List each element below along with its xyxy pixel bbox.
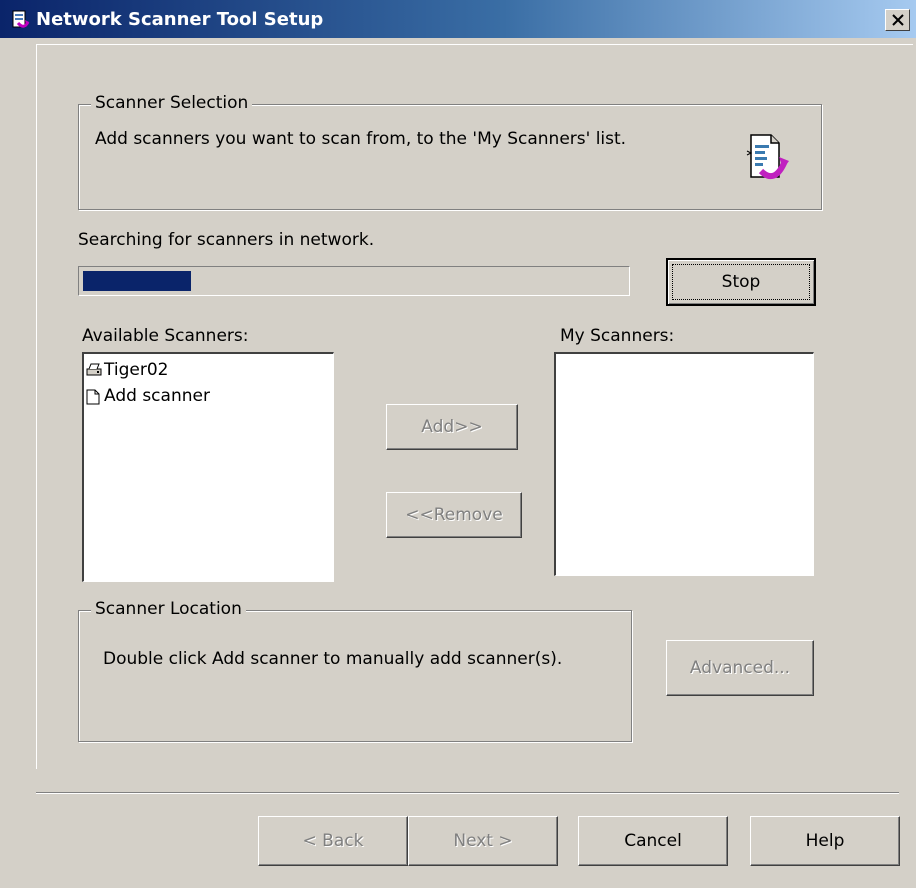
available-scanners-label: Available Scanners: xyxy=(82,326,249,346)
cancel-button-label: Cancel xyxy=(624,831,682,851)
stop-button[interactable]: Stop xyxy=(666,258,816,306)
back-button-label: < Back xyxy=(302,831,364,851)
scanner-selection-description: Add scanners you want to scan from, to t… xyxy=(95,129,627,149)
cancel-button[interactable]: Cancel xyxy=(578,816,728,866)
close-button[interactable] xyxy=(885,9,910,31)
back-button[interactable]: < Back xyxy=(258,816,408,866)
remove-button-label: <<Remove xyxy=(405,505,503,525)
search-status: Searching for scanners in network. xyxy=(78,230,375,250)
search-progress-fill xyxy=(83,271,191,291)
scanner-location-group: Scanner Location Double click Add scanne… xyxy=(78,599,632,742)
stop-button-label: Stop xyxy=(721,272,761,292)
scanner-location-hint: Double click Add scanner to manually add… xyxy=(103,649,563,669)
document-arrow-icon xyxy=(746,134,789,180)
my-scanners-label: My Scanners: xyxy=(560,326,675,346)
list-item-label: Add scanner xyxy=(104,386,210,406)
add-button[interactable]: Add>> xyxy=(386,404,518,450)
document-icon xyxy=(86,389,100,405)
my-scanners-list[interactable] xyxy=(554,352,814,576)
advanced-button[interactable]: Advanced... xyxy=(666,640,814,696)
scanner-location-legend: Scanner Location xyxy=(91,599,246,619)
next-button[interactable]: Next > xyxy=(408,816,558,866)
help-button[interactable]: Help xyxy=(750,816,900,866)
available-scanners-list[interactable]: Tiger02 Add scanner xyxy=(82,352,334,582)
scanner-icon xyxy=(86,363,102,376)
window-title: Network Scanner Tool Setup xyxy=(36,9,324,30)
add-button-label: Add>> xyxy=(421,417,483,437)
footer-separator xyxy=(36,792,899,794)
next-button-label: Next > xyxy=(453,831,513,851)
help-button-label: Help xyxy=(805,831,845,851)
app-icon xyxy=(12,10,30,28)
remove-button[interactable]: <<Remove xyxy=(386,492,522,538)
close-icon xyxy=(892,14,904,26)
scanner-selection-group: Scanner Selection Add scanners you want … xyxy=(78,93,822,210)
advanced-button-label: Advanced... xyxy=(689,658,791,678)
setup-window: Network Scanner Tool Setup Scanner Selec… xyxy=(0,0,916,888)
scanner-selection-legend: Scanner Selection xyxy=(91,93,253,113)
search-progress-bar xyxy=(78,266,630,296)
title-bar[interactable]: Network Scanner Tool Setup xyxy=(0,0,916,38)
list-item-label: Tiger02 xyxy=(104,360,169,380)
